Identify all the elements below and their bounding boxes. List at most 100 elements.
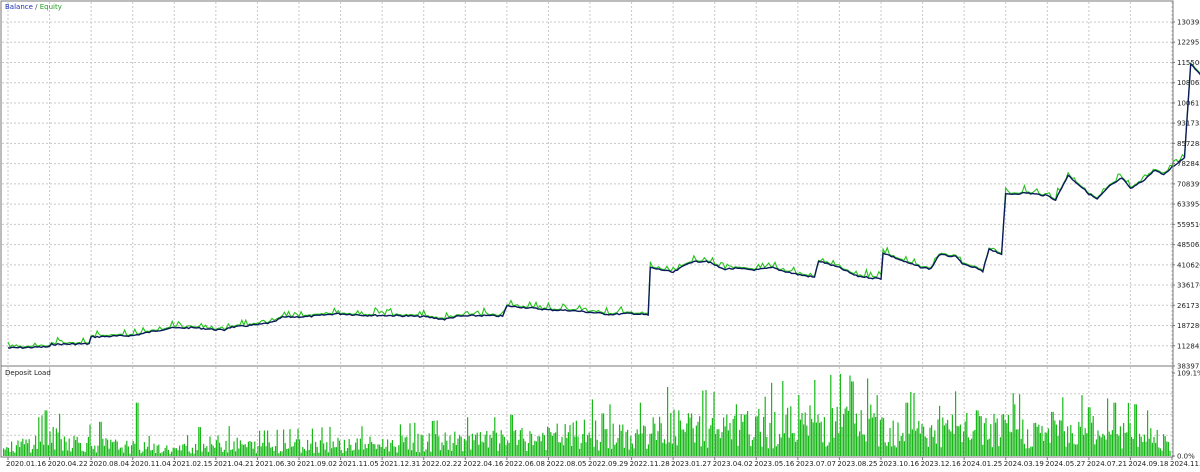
- load-bar: [171, 451, 173, 456]
- load-bar: [9, 451, 11, 456]
- x-tick-label: 2020.01.16: [6, 460, 47, 468]
- load-bar: [601, 413, 603, 456]
- load-bar: [759, 431, 761, 456]
- load-bar: [175, 448, 177, 456]
- y-tick-label: 1229511: [1177, 39, 1200, 47]
- y-tick-label: 559510: [1177, 221, 1200, 229]
- load-bar: [1111, 430, 1113, 456]
- load-bar: [1151, 442, 1153, 456]
- load-bar: [923, 426, 925, 456]
- load-bar: [190, 453, 192, 456]
- load-bar: [302, 447, 304, 456]
- load-bar: [535, 441, 537, 456]
- load-bar: [1118, 435, 1120, 456]
- load-bar: [915, 430, 917, 456]
- load-bar: [719, 438, 721, 456]
- load-bar: [71, 447, 73, 456]
- load-bar: [463, 438, 465, 456]
- load-bar: [515, 430, 517, 456]
- load-bar: [639, 402, 641, 456]
- load-bar: [563, 445, 565, 456]
- load-bar: [623, 447, 625, 456]
- load-bar: [635, 433, 637, 456]
- load-bar: [868, 418, 870, 456]
- load-bar: [1150, 428, 1152, 456]
- load-bar: [636, 429, 638, 456]
- load-bar: [361, 426, 363, 456]
- load-bar: [791, 433, 793, 456]
- load-bar: [988, 438, 990, 456]
- y-tick-label: 261731: [1177, 302, 1200, 310]
- load-bar: [116, 441, 118, 456]
- load-bar: [382, 439, 384, 456]
- load-bar: [436, 420, 438, 456]
- load-bar: [473, 440, 475, 456]
- load-bar: [772, 448, 774, 456]
- load-bar: [809, 405, 811, 456]
- load-bar: [1167, 441, 1169, 456]
- load-bar: [164, 448, 166, 456]
- load-bar: [342, 453, 344, 456]
- load-bar: [572, 422, 574, 456]
- load-bar: [375, 449, 377, 456]
- load-bar: [439, 450, 441, 456]
- load-bar: [398, 445, 400, 456]
- load-bar: [1017, 429, 1019, 456]
- load-bar: [1108, 431, 1110, 456]
- load-bar: [807, 435, 809, 456]
- x-tick-label: 2021.06.30: [255, 460, 295, 468]
- load-bar: [1086, 433, 1088, 456]
- load-bar: [611, 448, 613, 456]
- load-bar: [1123, 423, 1125, 456]
- load-bar: [89, 424, 91, 456]
- load-bar: [462, 451, 464, 456]
- load-bar: [555, 432, 557, 456]
- load-bar: [183, 443, 185, 456]
- x-tick-label: 2022.04.16: [463, 460, 504, 468]
- load-bar: [931, 425, 933, 456]
- load-bar: [275, 446, 277, 456]
- load-bar: [649, 433, 651, 456]
- x-tick-label: 2020.08.04: [89, 460, 130, 468]
- load-bar: [393, 446, 395, 456]
- load-bar: [571, 446, 573, 456]
- load-bar: [475, 434, 477, 456]
- load-bar: [310, 443, 312, 456]
- load-bar: [246, 447, 248, 456]
- load-bar: [238, 448, 240, 456]
- load-bar: [723, 417, 725, 456]
- load-bar: [156, 445, 158, 456]
- load-bar: [65, 441, 67, 456]
- load-bar: [1009, 431, 1011, 456]
- load-bar: [235, 451, 237, 456]
- load-bar: [1044, 432, 1046, 456]
- load-bar: [35, 435, 37, 456]
- load-bar: [167, 449, 169, 456]
- load-bar: [987, 439, 989, 456]
- load-bar: [222, 451, 224, 456]
- load-bar: [939, 405, 941, 456]
- x-tick-label: 2023.01.27: [671, 460, 711, 468]
- load-bar: [25, 439, 27, 456]
- load-bar: [395, 446, 397, 456]
- load-bar: [801, 413, 803, 456]
- load-bar: [630, 436, 632, 456]
- load-bar: [803, 424, 805, 456]
- load-bar: [254, 441, 256, 456]
- load-bar: [855, 413, 857, 456]
- load-bar: [811, 418, 813, 456]
- load-bar: [707, 447, 709, 456]
- load-bar: [233, 441, 235, 456]
- load-bar: [1060, 420, 1062, 456]
- load-bar: [892, 420, 894, 456]
- load-bar: [6, 447, 8, 456]
- equity-series: [7, 62, 1200, 348]
- load-bar: [1164, 436, 1166, 456]
- load-bar: [614, 444, 616, 456]
- load-bar: [500, 430, 502, 456]
- load-bar: [859, 431, 861, 456]
- load-bar: [457, 438, 459, 456]
- load-bar: [1025, 448, 1027, 456]
- load-bar: [822, 442, 824, 456]
- load-bar: [134, 443, 136, 456]
